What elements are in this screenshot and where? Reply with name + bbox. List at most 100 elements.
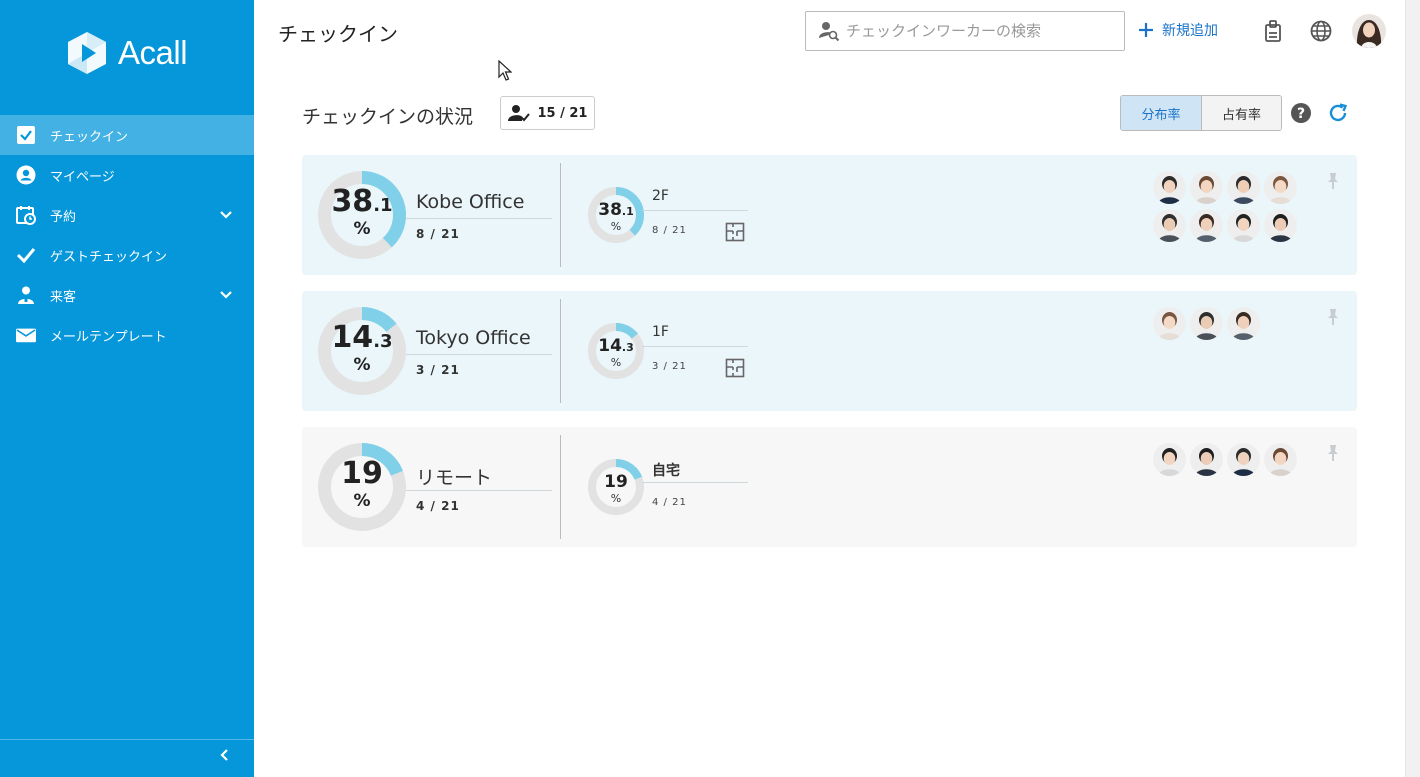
chevron-down-icon[interactable] <box>218 287 234 303</box>
worker-avatar[interactable] <box>1153 209 1186 242</box>
svg-text:?: ? <box>1297 106 1305 122</box>
add-new-button[interactable]: 新規追加 <box>1138 20 1218 40</box>
worker-avatar[interactable] <box>1190 307 1223 340</box>
logo[interactable]: Acall <box>64 30 188 76</box>
user-avatar[interactable] <box>1352 14 1386 48</box>
floor-map-icon[interactable] <box>725 222 745 242</box>
location-count: 3 / 21 <box>416 363 460 377</box>
worker-avatar[interactable] <box>1227 171 1260 204</box>
plus-icon <box>1139 23 1153 37</box>
rate-integer: 38 <box>598 200 622 220</box>
worker-avatar[interactable] <box>1153 307 1186 340</box>
divider <box>406 354 552 355</box>
badge-icon[interactable] <box>1262 20 1284 42</box>
sidebar-item-mypage[interactable]: マイページ <box>0 155 254 195</box>
percent-symbol: % <box>353 219 371 239</box>
refresh-icon[interactable] <box>1327 102 1349 124</box>
worker-avatar[interactable] <box>1190 209 1223 242</box>
scrollbar[interactable] <box>1405 0 1420 777</box>
search-input[interactable] <box>846 22 1116 40</box>
location-name[interactable]: リモート <box>416 463 492 490</box>
location-rate-value: 14.3 <box>318 323 406 353</box>
checked-in-avatars <box>1153 307 1303 340</box>
location-name[interactable]: Kobe Office <box>416 191 524 213</box>
sidebar-item-label: メールテンプレート <box>50 329 167 345</box>
mail-icon <box>16 325 36 345</box>
sidebar: Acall チェックイン マイページ 予約 ゲストチェックイン 来客 メールテン… <box>0 0 254 777</box>
search-box[interactable] <box>805 11 1125 51</box>
worker-avatar[interactable] <box>1264 171 1297 204</box>
pin-icon[interactable] <box>1323 307 1343 327</box>
pin-icon[interactable] <box>1323 443 1343 463</box>
floor-name[interactable]: 1F <box>652 324 669 340</box>
location-rate-value: 19 <box>318 459 406 489</box>
sidebar-item-checkin[interactable]: チェックイン <box>0 115 254 155</box>
sidebar-item-guest-checkin[interactable]: ゲストチェックイン <box>0 235 254 275</box>
sidebar-item-label: 来客 <box>50 289 77 305</box>
location-card[interactable]: 19% リモート 4 / 21 19% 自宅 4 / 21 <box>302 427 1357 547</box>
worker-avatar[interactable] <box>1153 443 1186 476</box>
rate-integer: 19 <box>341 456 383 491</box>
user-circle-icon <box>16 165 36 185</box>
user-check-icon <box>507 105 530 122</box>
rate-decimal: .1 <box>621 205 634 218</box>
sidebar-item-label: ゲストチェックイン <box>50 249 168 265</box>
sidebar-item-label: マイページ <box>50 169 115 185</box>
floor-count: 8 / 21 <box>652 225 687 236</box>
worker-avatar[interactable] <box>1190 443 1223 476</box>
app-root: Acall チェックイン マイページ 予約 ゲストチェックイン 来客 メールテン… <box>0 0 1420 777</box>
floor-map-icon[interactable] <box>725 358 745 378</box>
location-card[interactable]: 14.3% Tokyo Office 3 / 21 14.3% 1F 3 / 21 <box>302 291 1357 411</box>
check-icon <box>16 245 36 265</box>
help-icon[interactable]: ? <box>1290 102 1312 124</box>
worker-avatar[interactable] <box>1264 443 1297 476</box>
percent-symbol: % <box>353 355 371 375</box>
vertical-divider <box>560 163 561 267</box>
worker-avatar[interactable] <box>1153 171 1186 204</box>
tab-occupancy-rate[interactable]: 占有率 <box>1201 96 1281 130</box>
chevron-down-icon[interactable] <box>218 207 234 223</box>
rate-decimal: .3 <box>621 341 634 354</box>
divider <box>406 218 552 219</box>
sidebar-item-label: 予約 <box>50 209 77 225</box>
rate-decimal: .1 <box>373 195 393 216</box>
worker-avatar[interactable] <box>1227 209 1260 242</box>
floor-rate-value: 38.1 <box>588 202 644 219</box>
location-count: 8 / 21 <box>416 227 460 241</box>
location-rate-value: 38.1 <box>318 187 406 217</box>
sidebar-item-visitor[interactable]: 来客 <box>0 275 254 315</box>
globe-icon[interactable] <box>1310 20 1332 42</box>
floor-name[interactable]: 2F <box>652 188 669 204</box>
rate-toggle: 分布率 占有率 <box>1120 95 1282 131</box>
sidebar-item-label: チェックイン <box>50 129 129 145</box>
tab-distribution-rate[interactable]: 分布率 <box>1121 96 1201 130</box>
floor-count: 3 / 21 <box>652 361 687 372</box>
rate-integer: 14 <box>598 336 622 356</box>
worker-avatar[interactable] <box>1264 209 1297 242</box>
worker-avatar[interactable] <box>1227 307 1260 340</box>
location-name[interactable]: Tokyo Office <box>416 327 531 349</box>
percent-symbol: % <box>610 356 622 369</box>
sidebar-item-reservation[interactable]: 予約 <box>0 195 254 235</box>
sidebar-collapse-button[interactable] <box>0 739 254 769</box>
sidebar-nav: チェックイン マイページ 予約 ゲストチェックイン 来客 メールテンプレート <box>0 115 254 355</box>
divider <box>642 346 748 347</box>
user-search-icon <box>819 22 840 42</box>
location-card[interactable]: 38.1% Kobe Office 8 / 21 38.1% 2F 8 / 21 <box>302 155 1357 275</box>
rate-decimal: .3 <box>373 331 393 352</box>
pin-icon[interactable] <box>1323 171 1343 191</box>
divider <box>642 210 748 211</box>
rate-integer: 19 <box>604 472 628 492</box>
calendar-clock-icon <box>16 205 36 225</box>
worker-avatar[interactable] <box>1190 171 1223 204</box>
checkin-count-chip[interactable]: 15 / 21 <box>500 96 595 130</box>
divider <box>406 490 552 491</box>
percent-symbol: % <box>353 491 371 511</box>
chevron-left-icon <box>220 749 228 761</box>
visitor-icon <box>16 285 36 305</box>
sidebar-item-mail-template[interactable]: メールテンプレート <box>0 315 254 355</box>
floor-name[interactable]: 自宅 <box>652 460 680 480</box>
worker-avatar[interactable] <box>1227 443 1260 476</box>
logo-text: Acall <box>118 34 188 71</box>
checkin-status-title: チェックインの状況 <box>302 106 474 128</box>
